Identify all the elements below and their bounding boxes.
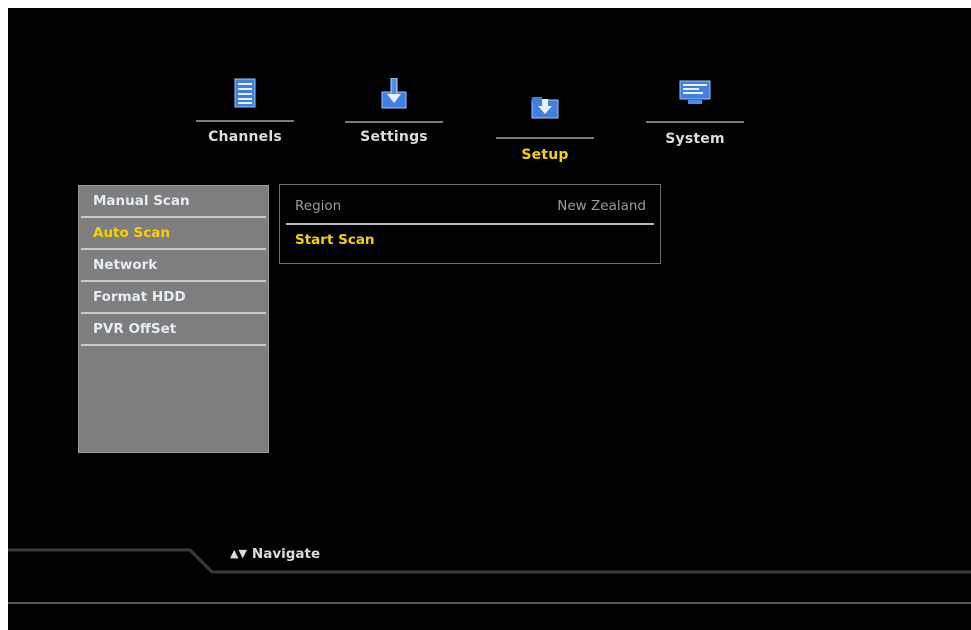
bottom-divider <box>8 602 971 604</box>
tab-label: Channels <box>208 129 282 145</box>
auto-scan-panel: Region New Zealand Start Scan <box>279 184 661 264</box>
menu-item-auto-scan[interactable]: Auto Scan <box>81 218 266 250</box>
footer-bar <box>8 548 971 574</box>
tab-label: Settings <box>360 129 428 145</box>
region-value: New Zealand <box>557 198 646 214</box>
navigate-hint: ▲▼ Navigate <box>230 546 320 562</box>
menu-item-format-hdd[interactable]: Format HDD <box>81 282 266 314</box>
menu-item-pvr-offset[interactable]: PVR OffSet <box>81 314 266 346</box>
menu-item-network[interactable]: Network <box>81 250 266 282</box>
monitor-icon <box>679 80 711 110</box>
tab-settings[interactable]: Settings <box>345 77 443 158</box>
start-scan-label: Start Scan <box>295 232 375 248</box>
start-scan-button[interactable]: Start Scan <box>286 225 654 257</box>
folder-download-icon <box>530 96 560 124</box>
tab-setup[interactable]: Setup <box>496 96 594 176</box>
tab-channels[interactable]: Channels <box>196 78 294 158</box>
tab-system[interactable]: System <box>646 80 744 160</box>
setup-menu: Manual Scan Auto Scan Network Format HDD… <box>78 185 269 453</box>
region-row[interactable]: Region New Zealand <box>286 191 654 225</box>
tab-label: Setup <box>521 147 569 163</box>
tv-screen: Channels Settings Setup System Manual Sc… <box>8 8 971 630</box>
menu-item-manual-scan[interactable]: Manual Scan <box>81 186 266 218</box>
tab-label: System <box>665 131 725 147</box>
navigate-label: Navigate <box>251 546 321 562</box>
region-label: Region <box>295 198 342 214</box>
download-icon <box>379 77 409 114</box>
document-icon <box>234 78 256 112</box>
up-down-arrows-icon: ▲▼ <box>230 547 247 560</box>
